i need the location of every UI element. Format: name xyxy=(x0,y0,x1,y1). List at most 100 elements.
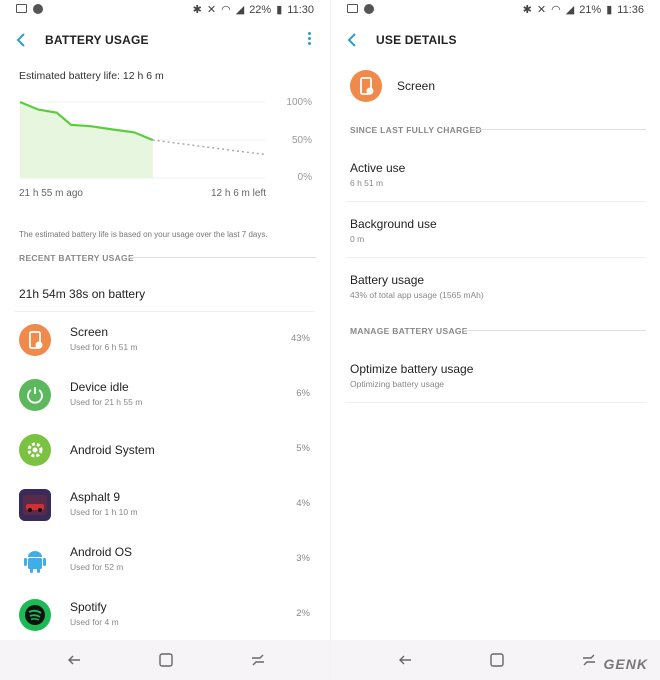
mute-icon: ✕ xyxy=(206,4,217,16)
estimate-note: The estimated battery life is based on y… xyxy=(19,230,268,239)
section-header-since-charged: SINCE LAST FULLY CHARGED xyxy=(350,125,482,135)
clock: 11:30 xyxy=(287,3,314,16)
predicted-battery-line xyxy=(152,139,266,156)
battery-area xyxy=(20,102,153,178)
app-name: Device idle xyxy=(70,380,129,394)
back-button[interactable] xyxy=(12,30,32,50)
item-title: Background use xyxy=(350,217,437,231)
app-bar: BATTERY USAGE xyxy=(0,24,330,56)
y-tick-0: 0% xyxy=(297,172,312,183)
y-tick-100: 100% xyxy=(286,97,312,108)
page-title: USE DETAILS xyxy=(376,33,457,47)
gear-icon xyxy=(19,434,51,466)
battery-icon: ▮ xyxy=(606,4,613,16)
status-bar: ✱ ✕ ◠ ◢ 21% ▮ 11:36 xyxy=(331,0,660,20)
use-details-screen: ✱ ✕ ◠ ◢ 21% ▮ 11:36 USE DETAILS Screen S… xyxy=(330,0,660,680)
item-value: 0 m xyxy=(350,234,365,244)
divider xyxy=(346,402,646,403)
back-nav-icon[interactable] xyxy=(397,652,413,668)
app-bar: USE DETAILS xyxy=(331,24,660,56)
section-divider xyxy=(474,129,646,130)
item-value: 6 h 51 m xyxy=(350,178,384,188)
battery-usage-screen: ✱ ✕ ◠ ◢ 22% ▮ 11:30 BATTERY USAGE Estima… xyxy=(0,0,330,680)
list-item-android-system[interactable]: Android System 5% xyxy=(0,425,330,480)
estimated-battery-life: Estimated battery life: 12 h 6 m xyxy=(19,70,164,82)
power-icon xyxy=(19,379,51,411)
divider xyxy=(15,311,315,312)
bluetooth-icon: ✱ xyxy=(192,4,202,16)
more-options-button[interactable] xyxy=(304,30,314,50)
spotify-icon xyxy=(19,599,51,631)
app-name: Spotify xyxy=(70,600,107,614)
app-name: Screen xyxy=(397,79,436,93)
back-button[interactable] xyxy=(343,30,363,50)
list-item-battery-usage[interactable]: Battery usage 43% of total app usage (15… xyxy=(350,273,650,300)
chevron-left-icon xyxy=(347,33,356,47)
list-item-android-os[interactable]: Android OS Used for 52 m 3% xyxy=(0,535,330,590)
chevron-left-icon xyxy=(16,33,25,47)
app-percent: 5% xyxy=(296,443,310,454)
list-item-device-idle[interactable]: Device idle Used for 21 h 55 m 6% xyxy=(0,370,330,425)
list-item-spotify[interactable]: Spotify Used for 4 m 2% xyxy=(0,590,330,645)
battery-icon: ▮ xyxy=(276,4,283,16)
mute-icon: ✕ xyxy=(536,4,547,16)
battery-graph xyxy=(19,100,266,179)
gallery-notification-icon xyxy=(347,4,358,13)
home-nav-icon[interactable] xyxy=(158,652,174,668)
app-name: Screen xyxy=(70,325,109,339)
app-name: Android OS xyxy=(70,545,133,559)
app-usage-time: Used for 1 h 10 m xyxy=(70,507,138,517)
signal-icon: ◢ xyxy=(235,4,245,16)
gallery-notification-icon xyxy=(16,4,27,13)
wifi-icon: ◠ xyxy=(551,4,561,16)
signal-icon: ◢ xyxy=(565,4,575,16)
item-value: 43% of total app usage (1565 mAh) xyxy=(350,290,484,300)
screen-icon xyxy=(350,70,382,102)
asphalt-icon xyxy=(19,489,51,521)
app-name: Asphalt 9 xyxy=(70,490,121,504)
clock: 11:36 xyxy=(617,3,644,16)
navigation-bar xyxy=(0,640,330,680)
watermark-logo: GENK xyxy=(603,656,648,672)
status-bar: ✱ ✕ ◠ ◢ 22% ▮ 11:30 xyxy=(0,0,330,20)
battery-percent: 21% xyxy=(579,3,602,16)
list-item-active-use[interactable]: Active use 6 h 51 m xyxy=(350,161,650,188)
screen-icon xyxy=(19,324,51,356)
x-tick-end: 12 h 6 m left xyxy=(210,188,266,199)
item-title: Battery usage xyxy=(350,273,425,287)
x-tick-start: 21 h 55 m ago xyxy=(19,188,83,199)
app-percent: 6% xyxy=(296,388,310,399)
notification-icon xyxy=(364,4,374,14)
bluetooth-icon: ✱ xyxy=(522,4,532,16)
section-divider xyxy=(463,330,646,331)
more-vert-icon xyxy=(307,32,311,35)
item-title: Active use xyxy=(350,161,406,175)
app-percent: 2% xyxy=(296,608,310,619)
back-nav-icon[interactable] xyxy=(66,652,82,668)
notification-icon xyxy=(33,4,43,14)
wifi-icon: ◠ xyxy=(221,4,231,16)
app-percent: 4% xyxy=(296,498,310,509)
app-percent: 3% xyxy=(296,553,310,564)
app-percent: 43% xyxy=(290,333,310,344)
divider xyxy=(346,201,646,202)
item-value: Optimizing battery usage xyxy=(350,379,445,389)
app-usage-time: Used for 21 h 55 m xyxy=(70,397,143,407)
section-divider xyxy=(128,257,316,258)
list-item-asphalt-9[interactable]: Asphalt 9 Used for 1 h 10 m 4% xyxy=(0,480,330,535)
page-title: BATTERY USAGE xyxy=(45,33,149,47)
item-title: Optimize battery usage xyxy=(350,362,474,376)
list-item-screen[interactable]: Screen Used for 6 h 51 m 43% xyxy=(0,315,330,370)
recents-nav-icon[interactable] xyxy=(250,652,266,668)
recents-nav-icon[interactable] xyxy=(581,652,597,668)
section-header-recent: RECENT BATTERY USAGE xyxy=(19,253,134,263)
y-tick-50: 50% xyxy=(291,135,312,146)
list-item-background-use[interactable]: Background use 0 m xyxy=(350,217,650,244)
app-usage-time: Used for 6 h 51 m xyxy=(70,342,138,352)
app-name: Android System xyxy=(70,443,155,457)
divider xyxy=(346,257,646,258)
optimize-battery-usage[interactable]: Optimize battery usage Optimizing batter… xyxy=(350,362,650,389)
home-nav-icon[interactable] xyxy=(489,652,505,668)
section-header-manage: MANAGE BATTERY USAGE xyxy=(350,326,468,336)
app-usage-time: Used for 4 m xyxy=(70,617,119,627)
